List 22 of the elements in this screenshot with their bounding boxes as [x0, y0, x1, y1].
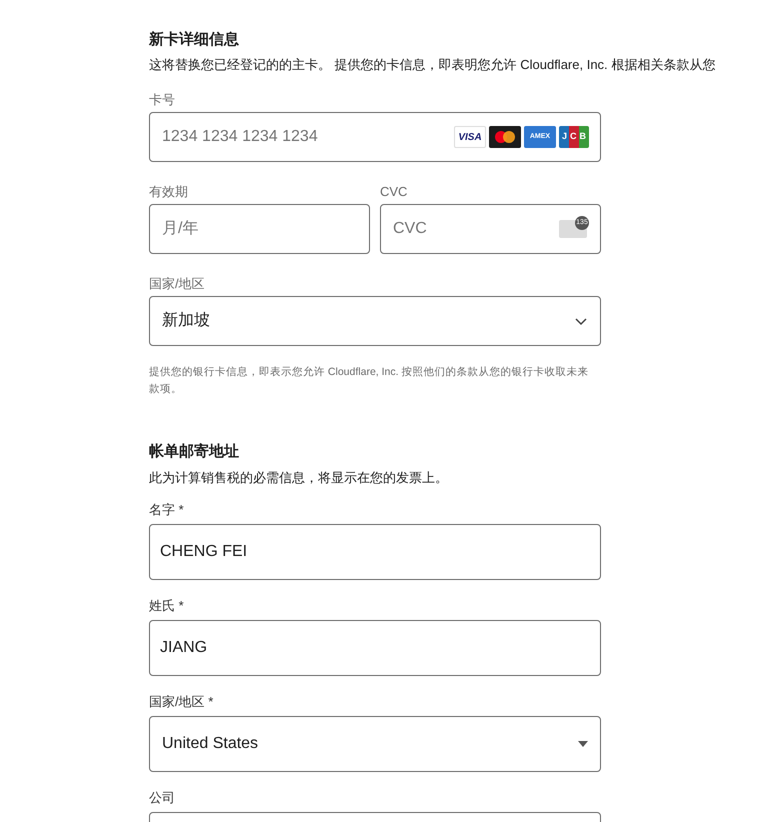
field-label: 名字 *: [149, 502, 185, 518]
text-field[interactable]: CHENG FEI: [149, 524, 601, 580]
country-select[interactable]: United States: [149, 716, 601, 772]
visa-logo: VISA: [454, 126, 486, 148]
section-title: 新卡详细信息: [149, 30, 240, 50]
field-label: 国家/地区 *: [149, 694, 214, 710]
terms-note: 提供您的银行卡信息，即表示您允许 Cloudflare, Inc. 按照他们的条款从您的银行卡收取未来款项。: [149, 365, 590, 397]
text-field[interactable]: JIANG: [149, 620, 601, 676]
section-title: 帐单邮寄地址: [149, 442, 240, 462]
expiry-field[interactable]: 月/年: [149, 204, 370, 254]
field-label: 姓氏 *: [149, 598, 185, 614]
section-description: 这将替换您已经登记的的主卡。 提供您的卡信息，即表明您允许 Cloudflare, Inc. 根据相关条款从您: [149, 56, 716, 74]
caret-down-icon: [578, 741, 588, 747]
jcb-logo: JCB: [559, 126, 589, 148]
field-label: 卡号: [149, 92, 176, 108]
field-label: 公司: [149, 790, 176, 806]
field-label: CVC: [380, 184, 408, 200]
country-select[interactable]: 新加坡: [149, 296, 601, 346]
section-description: 此为计算销售税的必需信息，将显示在您的发票上。: [149, 469, 449, 487]
overlapping-circles-icon: [489, 126, 521, 148]
field-label: 国家/地区: [149, 276, 206, 292]
field-label: 有效期: [149, 184, 189, 200]
